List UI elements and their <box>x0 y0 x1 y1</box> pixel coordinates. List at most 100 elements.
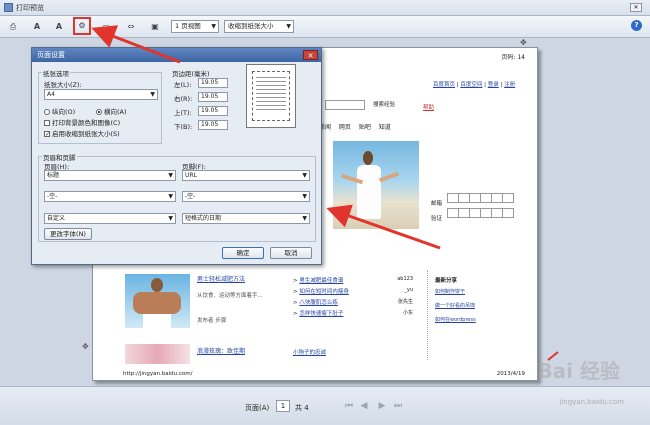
header-select-3[interactable]: 自定义 ▼ <box>44 213 176 224</box>
group-label: 纸张选项 <box>42 68 70 78</box>
window-titlebar: 打印预览 ✕ <box>0 0 650 16</box>
sidebar-list: 如何制作饼干 做一个好看的吊饰 如何在wordpress <box>435 288 525 330</box>
chevron-down-icon: ▼ <box>168 215 173 222</box>
page-counter: 页码: 14 <box>501 54 525 61</box>
page-preview-thumbnail <box>246 64 296 128</box>
landscape-icon[interactable]: A <box>52 19 66 33</box>
statusbar: 页面(A) 1 共 4 ⏮ ◀ ▶ ⏭ <box>0 386 650 425</box>
captcha-grid <box>447 208 514 218</box>
first-page-icon[interactable]: ⏮ <box>343 399 355 413</box>
help-link[interactable]: 帮助 <box>423 103 434 111</box>
header-footer-icon[interactable]: ▭ <box>99 19 113 33</box>
footer-select-3[interactable]: 短格式的日期 ▼ <box>182 213 310 224</box>
search-button[interactable]: 搜索经验 <box>369 100 399 110</box>
nav-link[interactable]: 登录 <box>488 82 499 88</box>
nav-link[interactable]: 百度首页 <box>433 82 455 88</box>
chevron-down-icon: ▼ <box>168 193 173 200</box>
bottom-margin-label: 下(B): <box>174 123 193 131</box>
chevron-down-icon: ▼ <box>302 193 307 200</box>
size-select[interactable]: 收缩到纸张大小 ▼ <box>224 20 294 33</box>
footer-select-1[interactable]: URL ▼ <box>182 170 310 181</box>
bottom-margin-input[interactable]: 19.05 <box>198 120 228 130</box>
right-margin-label: 右(R): <box>174 95 193 103</box>
watermark-logo: Bai 经验 <box>537 359 620 383</box>
page-setup-dialog: 页面设置 ✕ 纸张选项 纸张大小(Z): A4 ▼ 纵向(O) 横向(A) 打印背… <box>31 47 322 265</box>
article-desc: 从饮食、运动等方面着手... <box>197 293 263 299</box>
app-icon <box>4 3 13 12</box>
cancel-button[interactable]: 取消 <box>270 247 312 259</box>
chevron-down-icon: ▼ <box>168 172 173 179</box>
print-icon[interactable]: ⎙ <box>6 19 20 33</box>
full-page-icon[interactable]: ▣ <box>148 19 162 33</box>
prev-page-icon[interactable]: ◀ <box>358 399 370 413</box>
portrait-radio[interactable]: 纵向(O) <box>44 106 75 116</box>
form-label: 验证 <box>431 216 443 222</box>
article-meta: 发布者 步骤 <box>197 318 227 324</box>
chevron-down-icon: ▼ <box>211 23 216 30</box>
last-page-icon[interactable]: ⏭ <box>392 399 404 413</box>
print-bg-checkbox[interactable]: 打印背景颜色和图像(C) <box>44 117 120 127</box>
left-margin-input[interactable]: 19.05 <box>198 78 228 88</box>
window-title: 打印预览 <box>16 4 44 12</box>
header-select-2[interactable]: -空- ▼ <box>44 191 176 202</box>
tabs-text: 新闻 网页 贴吧 知道 <box>319 124 391 131</box>
sidebar-item[interactable]: 做一个好看的吊饰 <box>435 302 525 316</box>
help-icon[interactable]: ? <box>631 20 642 31</box>
window-close-button[interactable]: ✕ <box>630 3 642 12</box>
next-page-icon[interactable]: ▶ <box>376 399 388 413</box>
list-meta: ab123 _yu 张先生 小东 <box>397 276 413 316</box>
chevron-down-icon: ▼ <box>150 91 155 98</box>
dialog-title: 页面设置 <box>32 48 321 62</box>
top-margin-input[interactable]: 19.05 <box>198 106 228 116</box>
page-view-select-value: 1 页视图 <box>175 22 201 30</box>
fitness-image <box>125 274 190 328</box>
resize-handle-icon[interactable]: ✥ <box>82 342 89 351</box>
page-view-select[interactable]: 1 页视图 ▼ <box>171 20 219 33</box>
size-select-value: 收缩到纸张大小 <box>228 22 274 30</box>
landscape-radio[interactable]: 横向(A) <box>96 106 127 116</box>
article-title[interactable]: 男士轻松减肥方法 <box>197 274 245 283</box>
portrait-icon[interactable]: A <box>30 19 44 33</box>
nav-link[interactable]: 注册 <box>504 82 515 88</box>
footer-select-2[interactable]: -空- ▼ <box>182 191 310 202</box>
page-number-input[interactable]: 1 <box>276 400 290 412</box>
close-icon[interactable]: ✕ <box>303 50 318 60</box>
nav-link[interactable]: 百度空间 <box>460 82 482 88</box>
top-margin-label: 上(T): <box>174 109 192 117</box>
toolbar: ⎙ A A ⚙ ▭ ⇔ ▣ 1 页视图 ▼ 收缩到纸张大小 ▼ ? <box>0 16 650 38</box>
footer-url: http://jingyan.baidu.com/ <box>123 371 193 377</box>
shrink-checkbox[interactable]: ✓ 启用收缩到纸张大小(S) <box>44 128 120 138</box>
form-label: 邮箱 <box>431 201 443 207</box>
radio-icon <box>96 109 102 115</box>
checkbox-icon: ✓ <box>44 131 51 138</box>
article-title[interactable]: 浪漫玫瑰：致佳期 <box>197 346 245 355</box>
ok-button[interactable]: 确定 <box>222 247 264 259</box>
watermark-url: jingyan.baidu.com <box>559 398 624 406</box>
sidebar-item[interactable]: 如何制作饼干 <box>435 288 525 302</box>
radio-icon <box>44 109 50 115</box>
captcha-grid <box>447 193 514 203</box>
top-nav: 百度首页 | 百度空间 | 登录 | 注册 <box>433 82 516 88</box>
footer-date: 2013/4/19 <box>496 371 525 377</box>
page-total: 共 4 <box>295 404 309 412</box>
page-label: 页面(A) <box>245 404 270 412</box>
chevron-down-icon: ▼ <box>286 23 291 30</box>
sidebar-title: 最新分享 <box>435 278 458 284</box>
header-select-1[interactable]: 标题 ▼ <box>44 170 176 181</box>
right-margin-input[interactable]: 19.05 <box>198 92 228 102</box>
full-width-icon[interactable]: ⇔ <box>124 19 138 33</box>
page-setup-icon[interactable]: ⚙ <box>73 17 91 35</box>
margins-label: 页边距(毫米) <box>172 70 210 78</box>
resize-handle-icon[interactable]: ✥ <box>520 38 527 47</box>
change-font-button[interactable]: 更改字体(N) <box>44 228 92 240</box>
chevron-down-icon: ▼ <box>302 215 307 222</box>
paper-size-select[interactable]: A4 ▼ <box>44 89 158 100</box>
left-margin-label: 左(L): <box>174 81 192 89</box>
list-item[interactable]: 小狗子的忠诚 <box>293 348 326 356</box>
search-field[interactable] <box>325 100 365 110</box>
chevron-down-icon: ▼ <box>302 172 307 179</box>
paper-size-label: 纸张大小(Z): <box>44 81 82 89</box>
sidebar-item[interactable]: 如何在wordpress <box>435 316 525 330</box>
flower-image <box>125 344 190 364</box>
beach-image <box>333 141 419 229</box>
